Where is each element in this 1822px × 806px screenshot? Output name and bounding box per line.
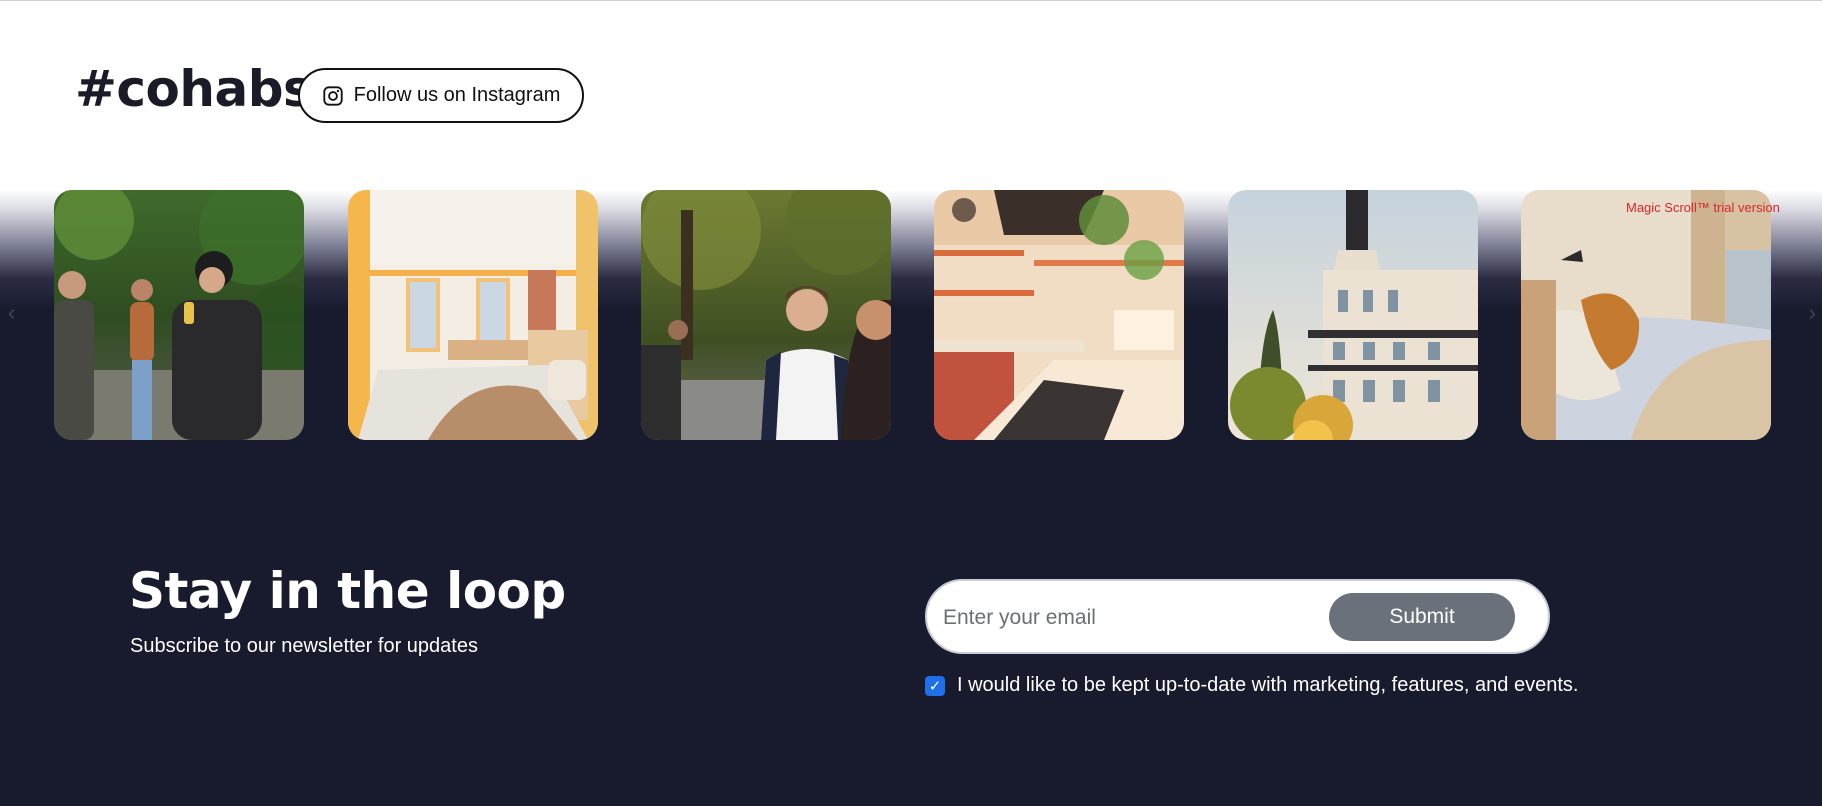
consent-checkbox[interactable]: ✓ [925,675,945,696]
newsletter-title: Stay in the loop [129,562,566,620]
photo-bright-bedroom[interactable] [348,190,598,440]
photo-building[interactable] [1228,190,1478,440]
follow-instagram-button[interactable]: Follow us on Instagram [298,68,584,123]
photo-smiling-man[interactable] [641,190,891,440]
follow-instagram-label: Follow us on Instagram [353,84,561,106]
newsletter-subtitle: Subscribe to our newsletter for updates [130,635,478,657]
photo-kitchen[interactable] [934,190,1184,440]
photo-garden-party[interactable] [54,190,304,440]
header: #cohabs Follow us on Instagram [0,0,1822,190]
brand-hashtag: #cohabs [75,60,313,118]
photo-carousel[interactable]: ‹ › Magic Scroll™ trial version [0,190,1822,442]
photo-bed-closeup[interactable] [1521,190,1771,440]
instagram-icon [322,85,344,107]
consent-label: I would like to be kept up-to-date with … [957,674,1579,696]
carousel-prev-icon[interactable]: ‹ [8,300,15,326]
trial-watermark: Magic Scroll™ trial version [1626,200,1780,215]
top-divider [0,0,1822,1]
email-form: Submit [925,579,1550,654]
email-input[interactable] [941,599,1325,637]
carousel-next-icon[interactable]: › [1809,300,1816,326]
consent-row: ✓ I would like to be kept up-to-date wit… [925,674,1578,697]
submit-button[interactable]: Submit [1329,593,1515,641]
